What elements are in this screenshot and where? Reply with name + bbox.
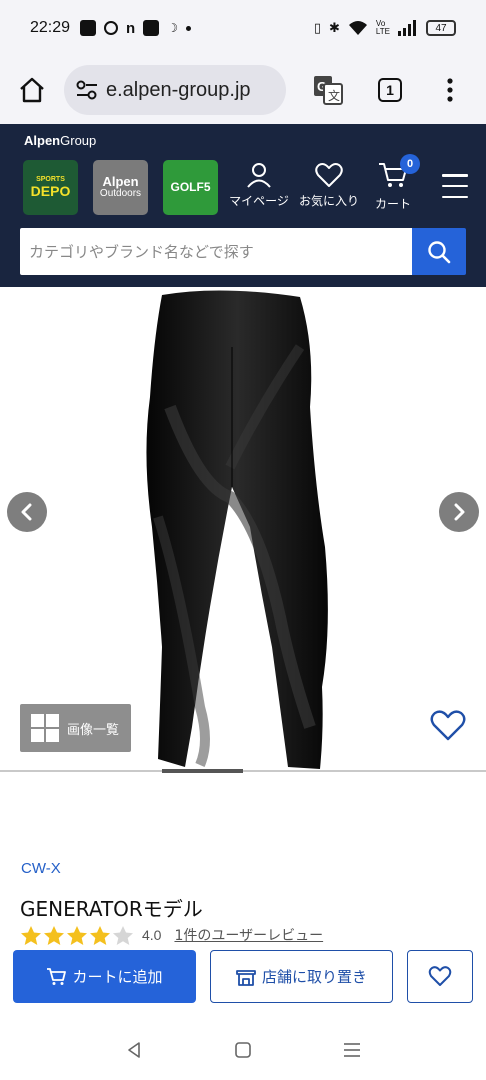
rating-value: 4.0	[142, 927, 162, 943]
favorites-link[interactable]: お気に入り	[296, 162, 362, 209]
heart-icon	[428, 966, 452, 986]
cart-link[interactable]: 0 カート	[368, 154, 420, 212]
product-photo	[146, 290, 328, 769]
search-icon	[428, 240, 451, 263]
site-settings-icon[interactable]	[76, 80, 98, 100]
moon-icon: ☽	[167, 21, 178, 35]
alpen-logo-top: Alpen	[102, 174, 139, 190]
vibrate-icon: ▯	[313, 20, 322, 36]
rating-row: 4.0 1件のユーザーレビュー	[20, 924, 323, 946]
hamburger-line	[442, 184, 468, 188]
star-filled-icon	[44, 925, 64, 945]
add-to-favorites-button[interactable]	[407, 950, 473, 1003]
hamburger-line	[442, 195, 468, 198]
system-navigation-bar	[0, 1020, 486, 1080]
favorites-label: お気に入り	[298, 194, 359, 208]
browser-menu-button[interactable]	[420, 78, 480, 102]
more-notifications-dot	[185, 25, 191, 31]
site-header: AlpenGroup SPORTS DEPO Alpen Outdoors GO…	[0, 124, 486, 287]
hamburger-menu-button[interactable]	[442, 174, 468, 198]
star-rating	[20, 925, 134, 946]
depo-logo-bottom: DEPO	[30, 182, 71, 199]
signal-icon	[398, 20, 416, 36]
back-icon[interactable]	[125, 1041, 143, 1059]
translate-button[interactable]: G文	[296, 74, 360, 106]
star-filled-icon	[90, 925, 110, 945]
address-bar[interactable]: e.alpen-group.jp	[64, 65, 286, 115]
search-button[interactable]	[412, 228, 466, 275]
battery-icon: 47	[426, 20, 456, 36]
url-text: e.alpen-group.jp	[106, 78, 251, 101]
wifi-icon	[348, 21, 367, 35]
product-title: GENERATORモデル	[20, 897, 203, 921]
app-notification-icon	[104, 21, 119, 35]
carousel-position-indicator	[162, 769, 243, 773]
brand-rest: Group	[60, 133, 97, 148]
status-bar: 22:29 n ☽ ▯ ✱ Vo LTE 47	[0, 0, 486, 56]
cart-count-badge: 0	[400, 154, 420, 174]
site-logo[interactable]: AlpenGroup	[24, 133, 96, 148]
hamburger-line	[442, 174, 468, 177]
star-filled-icon	[67, 925, 87, 945]
translate-icon: G文	[314, 76, 343, 105]
grid-icon	[31, 714, 59, 742]
heart-icon	[315, 163, 343, 187]
mypage-label: マイページ	[229, 194, 289, 208]
home-icon	[20, 77, 44, 103]
product-image-carousel[interactable]	[0, 287, 486, 772]
golf5-logo-text: GOLF5	[170, 180, 211, 195]
image-list-button[interactable]: 画像一覧	[20, 704, 131, 752]
status-time: 22:29	[30, 19, 71, 36]
alpen-logo-bottom: Outdoors	[99, 188, 142, 200]
image-list-label: 画像一覧	[67, 722, 120, 738]
n-app-icon: n	[126, 19, 136, 37]
chart-app-icon	[143, 20, 160, 36]
browser-toolbar: e.alpen-group.jp G文 1	[0, 56, 486, 124]
home-button[interactable]	[0, 56, 64, 124]
alpen-outdoors-logo[interactable]: Alpen Outdoors	[93, 160, 148, 215]
app-notification-icon	[80, 20, 97, 36]
system-icons: ▯ ✱ Vo LTE 47	[314, 20, 456, 36]
heart-icon	[430, 710, 466, 741]
cart-icon	[46, 967, 67, 986]
search-field[interactable]	[20, 228, 412, 275]
recents-icon[interactable]	[343, 1041, 361, 1059]
sports-depo-logo[interactable]: SPORTS DEPO	[23, 160, 78, 215]
star-filled-icon	[21, 925, 41, 945]
store-reserve-label: 店舗に取り置き	[261, 968, 367, 986]
star-empty-icon	[113, 925, 133, 945]
add-to-cart-label: カートに追加	[72, 968, 163, 986]
tab-switcher-button[interactable]: 1	[360, 78, 420, 102]
svg-text:文: 文	[328, 88, 340, 103]
purchase-action-bar: カートに追加 店舗に取り置き	[0, 948, 486, 1010]
review-link[interactable]: 1件のユーザーレビュー	[174, 925, 323, 945]
brand-bold: Alpen	[24, 133, 61, 148]
mypage-link[interactable]: マイページ	[226, 162, 292, 209]
more-vert-icon	[447, 78, 453, 102]
chevron-left-icon	[21, 503, 32, 521]
store-reserve-button[interactable]: 店舗に取り置き	[210, 950, 393, 1003]
carousel-next-button[interactable]	[439, 492, 479, 532]
chevron-right-icon	[454, 503, 465, 521]
product-brand-link[interactable]: CW-X	[21, 860, 61, 877]
cart-icon-wrap: 0	[378, 154, 420, 191]
search-input[interactable]	[29, 242, 412, 261]
user-icon	[247, 163, 271, 188]
bluetooth-icon: ✱	[329, 20, 340, 36]
notification-icons: n ☽	[80, 20, 191, 37]
volte-icon: Vo LTE	[375, 19, 390, 36]
home-nav-icon[interactable]	[234, 1041, 252, 1059]
tab-count: 1	[378, 78, 402, 102]
cart-label: カート	[374, 197, 411, 211]
carousel-prev-button[interactable]	[7, 492, 47, 532]
carousel-track	[0, 770, 486, 772]
golf5-logo[interactable]: GOLF5	[163, 160, 218, 215]
store-icon	[236, 968, 256, 986]
image-favorite-button[interactable]	[430, 710, 466, 746]
add-to-cart-button[interactable]: カートに追加	[13, 950, 196, 1003]
